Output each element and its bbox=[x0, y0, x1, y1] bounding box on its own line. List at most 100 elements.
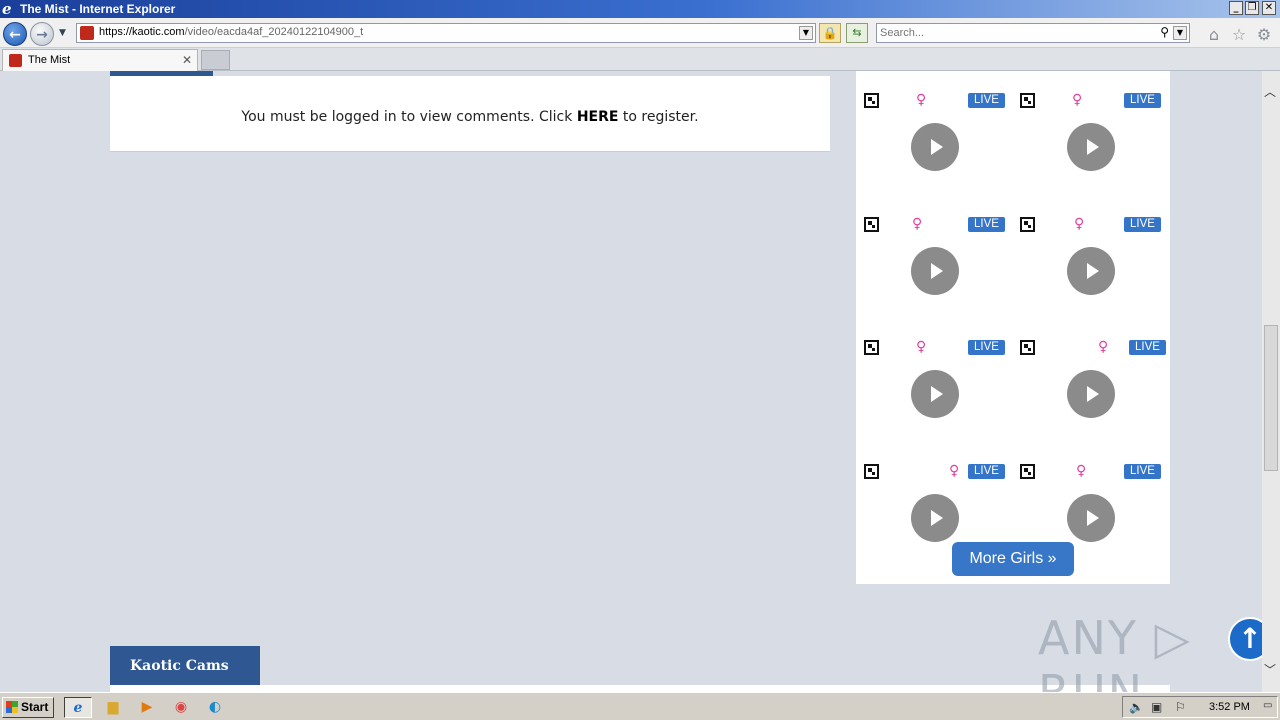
cam-tile[interactable]: ♀ LIVE bbox=[1012, 442, 1162, 558]
navigation-bar: ← → ▼ https://kaotic.com/video/eacda4af_… bbox=[0, 18, 1280, 48]
security-lock-icon[interactable]: 🔒 bbox=[819, 23, 841, 43]
female-symbol-icon: ♀ bbox=[1074, 216, 1085, 232]
url-path: /video/eacda4af_20240122104900_t bbox=[184, 26, 364, 38]
login-message-suffix: to register. bbox=[618, 109, 699, 125]
network-icon[interactable]: ▣ bbox=[1151, 700, 1162, 714]
play-icon[interactable] bbox=[1067, 247, 1115, 295]
taskbar-ie-icon[interactable]: e bbox=[64, 697, 92, 718]
female-symbol-icon: ♀ bbox=[916, 92, 927, 108]
live-badge: LIVE bbox=[968, 93, 1005, 108]
scrollbar-thumb[interactable] bbox=[1264, 325, 1278, 471]
taskbar-explorer-folder-icon[interactable]: ▆ bbox=[99, 697, 127, 718]
page-viewport: You must be logged in to view comments. … bbox=[0, 71, 1262, 692]
tab-label: The Mist bbox=[28, 54, 71, 66]
scroll-down-arrow-icon[interactable]: ﹀ bbox=[1264, 661, 1276, 678]
live-badge: LIVE bbox=[1124, 464, 1161, 479]
cam-qr-icon bbox=[864, 217, 879, 232]
cam-tile[interactable]: ♀ LIVE bbox=[1012, 318, 1166, 434]
tab-close-icon[interactable]: ✕ bbox=[182, 53, 192, 67]
female-symbol-icon: ♀ bbox=[949, 463, 960, 479]
play-icon[interactable] bbox=[1067, 494, 1115, 542]
taskbar-edge-icon[interactable]: ◐ bbox=[201, 697, 229, 718]
back-button[interactable]: ← bbox=[3, 22, 27, 46]
play-icon[interactable] bbox=[911, 370, 959, 418]
cam-tile[interactable]: ♀ LIVE bbox=[856, 442, 1006, 558]
female-symbol-icon: ♀ bbox=[1076, 463, 1087, 479]
window-title: The Mist - Internet Explorer bbox=[20, 2, 176, 16]
site-favicon-icon bbox=[80, 26, 94, 40]
favorites-star-icon[interactable]: ☆ bbox=[1229, 25, 1249, 45]
start-label: Start bbox=[21, 700, 49, 714]
search-input[interactable] bbox=[880, 25, 1150, 41]
female-symbol-icon: ♀ bbox=[912, 216, 923, 232]
history-dropdown-icon[interactable]: ▼ bbox=[59, 28, 66, 38]
cam-qr-icon bbox=[864, 340, 879, 355]
play-icon[interactable] bbox=[911, 494, 959, 542]
anyrun-watermark: ANY ▷ RUN bbox=[1038, 611, 1192, 692]
comments-panel: You must be logged in to view comments. … bbox=[110, 76, 830, 152]
minimize-button[interactable]: _ bbox=[1229, 1, 1243, 15]
register-here-link[interactable]: HERE bbox=[577, 109, 619, 125]
search-icon[interactable]: ⚲ bbox=[1160, 25, 1169, 39]
restore-button[interactable]: ❐ bbox=[1245, 1, 1259, 15]
live-badge: LIVE bbox=[968, 217, 1005, 232]
live-badge: LIVE bbox=[1124, 217, 1161, 232]
live-badge: LIVE bbox=[968, 464, 1005, 479]
cam-qr-icon bbox=[1020, 217, 1035, 232]
play-icon[interactable] bbox=[911, 123, 959, 171]
vertical-scrollbar[interactable]: ︿ ﹀ bbox=[1262, 71, 1280, 692]
play-icon[interactable] bbox=[1067, 123, 1115, 171]
search-dropdown-icon[interactable]: ▼ bbox=[1173, 26, 1187, 40]
window-titlebar: e The Mist - Internet Explorer _ ❐ ✕ bbox=[0, 0, 1280, 18]
play-icon[interactable] bbox=[1067, 370, 1115, 418]
tab-favicon-icon bbox=[9, 54, 22, 67]
cam-tile[interactable]: ♀ LIVE bbox=[856, 195, 1006, 311]
female-symbol-icon: ♀ bbox=[1072, 92, 1083, 108]
tab-bar: The Mist ✕ bbox=[0, 48, 1280, 71]
tools-gear-icon[interactable]: ⚙ bbox=[1254, 25, 1274, 45]
home-icon[interactable]: ⌂ bbox=[1204, 25, 1224, 45]
kaotic-cams-heading[interactable]: Kaotic Cams bbox=[110, 646, 260, 686]
tab-the-mist[interactable]: The Mist ✕ bbox=[2, 49, 198, 71]
system-tray: 🔈 ▣ ⚐ 3:52 PM ▭ bbox=[1122, 696, 1278, 718]
scroll-up-arrow-icon[interactable]: ︿ bbox=[1264, 83, 1276, 100]
new-tab-button[interactable] bbox=[201, 50, 230, 70]
live-badge: LIVE bbox=[1129, 340, 1166, 355]
address-dropdown-icon[interactable]: ▼ bbox=[799, 26, 813, 40]
play-icon[interactable] bbox=[911, 247, 959, 295]
live-badge: LIVE bbox=[1124, 93, 1161, 108]
volume-icon[interactable]: 🔈 bbox=[1129, 700, 1144, 714]
taskbar-media-player-icon[interactable]: ▶ bbox=[133, 697, 161, 718]
cam-tile[interactable]: ♀ LIVE bbox=[856, 71, 1006, 187]
url-host: https://kaotic.com bbox=[99, 26, 185, 38]
live-badge: LIVE bbox=[968, 340, 1005, 355]
cam-tile[interactable]: ♀ LIVE bbox=[1012, 195, 1162, 311]
more-girls-button[interactable]: More Girls » bbox=[952, 542, 1074, 576]
address-bar[interactable]: https://kaotic.com/video/eacda4af_202401… bbox=[76, 23, 816, 43]
cam-qr-icon bbox=[864, 464, 879, 479]
windows-flag-icon bbox=[6, 701, 18, 713]
login-required-message: You must be logged in to view comments. … bbox=[110, 109, 830, 125]
forward-button[interactable]: → bbox=[30, 22, 54, 46]
address-url[interactable]: https://kaotic.com/video/eacda4af_202401… bbox=[99, 26, 363, 38]
action-center-flag-icon[interactable]: ⚐ bbox=[1175, 700, 1186, 714]
start-button[interactable]: Start bbox=[2, 697, 54, 718]
login-message-prefix: You must be logged in to view comments. … bbox=[241, 109, 577, 125]
close-window-button[interactable]: ✕ bbox=[1262, 1, 1276, 15]
taskbar-clock[interactable]: 3:52 PM bbox=[1209, 701, 1250, 713]
windows-taskbar: Start e ▆ ▶ ◉ ◐ 🔈 ▣ ⚐ 3:52 PM ▭ bbox=[0, 692, 1280, 720]
search-box[interactable]: ⚲ ▼ bbox=[876, 23, 1190, 43]
live-cams-panel: ♀ LIVE ♀ LIVE ♀ LIVE ♀ LIVE ♀ LIVE ♀ LIVE ♀ LIVE ♀ LIVE… bbox=[856, 71, 1170, 584]
taskbar-chrome-icon[interactable]: ◉ bbox=[167, 697, 195, 718]
female-symbol-icon: ♀ bbox=[1098, 339, 1109, 355]
cam-tile[interactable]: ♀ LIVE bbox=[856, 318, 1006, 434]
ie-logo-icon: e bbox=[2, 0, 12, 18]
show-desktop-icon[interactable]: ▭ bbox=[1263, 700, 1272, 711]
cam-qr-icon bbox=[1020, 340, 1035, 355]
cam-tile[interactable]: ♀ LIVE bbox=[1012, 71, 1162, 187]
cam-qr-icon bbox=[864, 93, 879, 108]
female-symbol-icon: ♀ bbox=[916, 339, 927, 355]
refresh-icon[interactable]: ⇆ bbox=[846, 23, 868, 43]
kaotic-cams-content-strip bbox=[110, 685, 1170, 692]
cam-qr-icon bbox=[1020, 93, 1035, 108]
